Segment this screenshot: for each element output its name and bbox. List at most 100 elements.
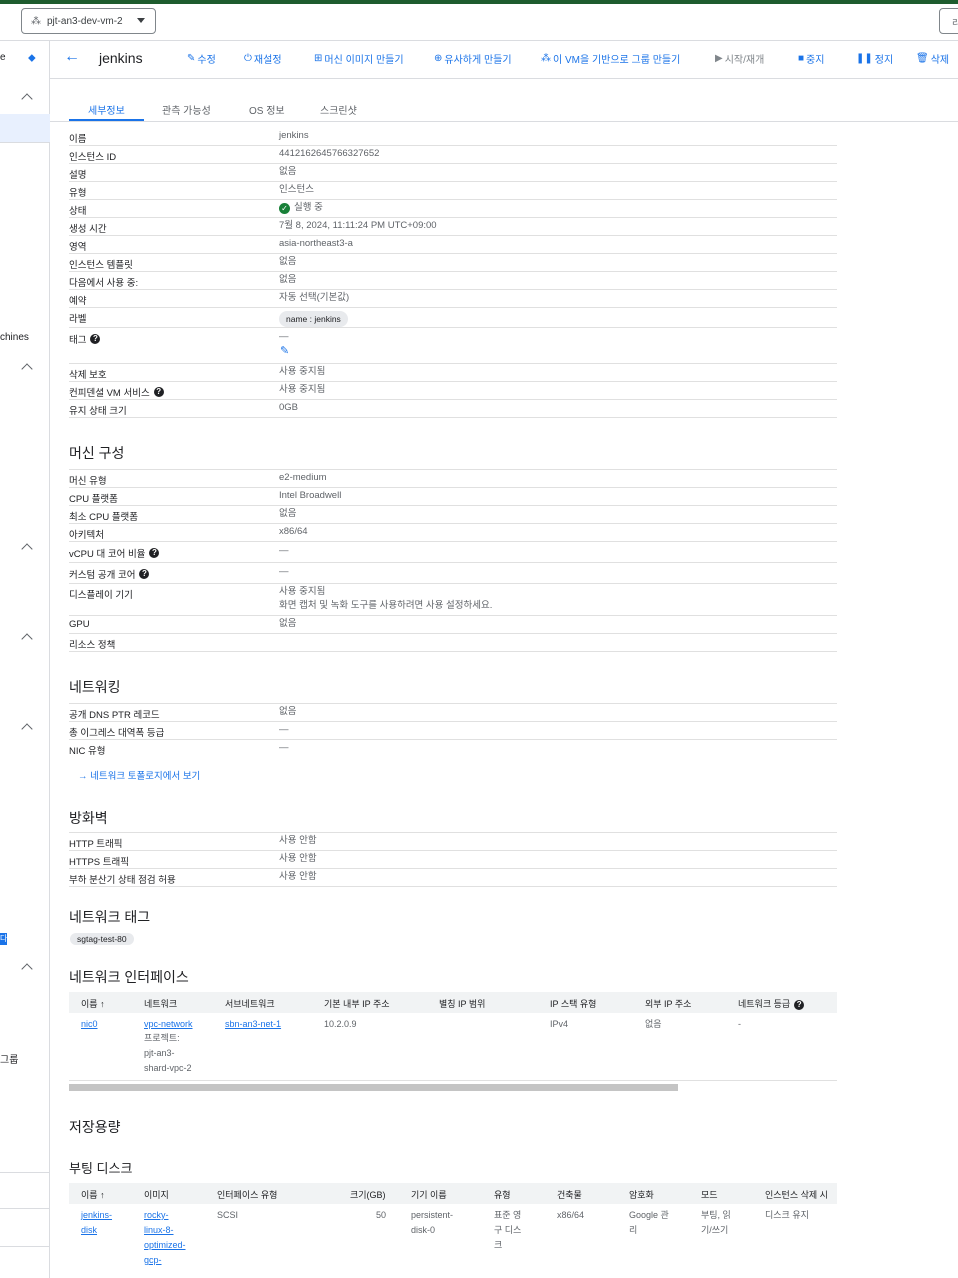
edit-tags-pencil-icon[interactable]: ✎ [280,344,289,357]
reset-button[interactable]: ⏻ 재설정 [244,51,282,66]
chevron-up-icon[interactable] [21,363,33,375]
detail-key: 인스턴스 템플릿 [69,260,133,271]
pause-icon: ❚❚ [856,53,873,64]
project-label: 프로젝트: [144,1033,180,1043]
detail-key: 리소스 정책 [69,640,116,651]
stop-icon: ■ [798,53,805,64]
leftnav-item-group[interactable]: 그룹 [0,1051,18,1066]
add-box-icon: ⊞ [314,53,323,64]
image-link[interactable]: rocky- [144,1208,169,1223]
detail-row: 설명 없음 [69,164,837,182]
create-machine-image-button[interactable]: ⊞ 머신 이미지 만들기 [314,51,404,66]
help-icon[interactable]: ? [139,569,150,579]
detail-value: 없음 [279,256,297,267]
network-link[interactable]: vpc-network [144,1017,193,1032]
detail-key: 디스플레이 기기 [69,590,133,601]
project-line: shard-vpc-2 [144,1063,192,1073]
ip-stack: IPv4 [550,1019,569,1029]
column-header-network-tier: 네트워크 등급? [738,997,805,1010]
machine-row: 리소스 정책 [69,634,837,652]
detail-key: 인스턴스 ID [69,152,117,163]
detail-key: 이름 [69,134,87,145]
detail-row: 인스턴스 ID 4412162645766327652 [69,146,837,164]
section-title-network-interfaces: 네트워크 인터페이스 [69,969,189,985]
stop-button[interactable]: ■ 중지 [798,51,824,66]
detail-key: 유지 상태 크기 [69,406,127,417]
detail-value: — [279,566,289,577]
leftnav-divider [0,1246,50,1247]
play-icon: ▶ [715,53,723,64]
help-icon[interactable]: ? [90,334,101,344]
detail-row: 생성 시간 7월 8, 2024, 11:11:24 PM UTC+09:00 [69,218,837,236]
section-title-storage: 저장용량 [69,1119,121,1135]
image-link[interactable]: gcp- [144,1253,162,1268]
chevron-up-icon[interactable] [21,543,33,555]
help-icon[interactable]: ? [794,1000,805,1010]
sort-arrow-up-icon: ↑ [100,1190,105,1200]
detail-row: 다음에서 사용 중: 없음 [69,272,837,290]
tab-details[interactable]: 세부정보 [88,102,125,117]
mode: 기/쓰기 [701,1225,729,1235]
detail-key: 라벨 [69,314,87,325]
detail-row: 영역 asia-northeast3-a [69,236,837,254]
tab-observability[interactable]: 관측 가능성 [162,102,211,117]
disk-name-link[interactable]: disk [81,1223,97,1238]
leftnav-item-machines[interactable]: chines [0,332,29,343]
detail-value: — [279,724,289,735]
column-header-alias-ip: 별칭 IP 범위 [439,999,486,1009]
status-value: ✓ 실행 중 [279,201,323,215]
disk-type: 크 [494,1240,503,1250]
help-icon[interactable]: ? [153,387,164,397]
column-header-name[interactable]: 이름 ↑ [81,1188,105,1201]
delete-button[interactable]: 🗑 삭제 [916,51,949,66]
help-icon[interactable]: ? [149,548,160,558]
machine-row: 최소 CPU 플랫폼 없음 [69,506,837,524]
leftnav-selected-item[interactable] [0,114,50,143]
start-resume-button[interactable]: ▶ 시작/재개 [715,51,764,66]
chevron-up-icon[interactable] [21,93,33,105]
disk-name-link[interactable]: jenkins- [81,1208,112,1223]
project-selector[interactable]: ⁂ pjt-an3-dev-vm-2 [21,8,156,34]
nic-name-link[interactable]: nic0 [81,1017,98,1032]
machine-row: vCPU 대 코어 비율? — [69,542,837,563]
top-right-button[interactable]: 리 [939,8,958,34]
subnetwork-link[interactable]: sbn-an3-net-1 [225,1017,281,1032]
horizontal-scrollbar[interactable] [69,1084,678,1091]
detail-row: 라벨 name : jenkins [69,308,837,328]
image-link[interactable]: optimized- [144,1238,186,1253]
disk-size: 50 [376,1210,387,1220]
detail-key: 설명 [69,170,87,181]
architecture: x86/64 [557,1210,585,1220]
column-header-name[interactable]: 이름 ↑ [81,997,105,1010]
chevron-up-icon[interactable] [21,723,33,735]
tab-screenshot[interactable]: 스크린샷 [320,102,357,117]
detail-row: 삭제 보호 사용 중지됨 [69,364,837,382]
create-similar-button[interactable]: ⊕ 유사하게 만들기 [434,51,512,66]
column-header-device: 기기 이름 [411,1190,447,1200]
section-title-firewall: 방화벽 [69,810,108,826]
chevron-up-icon[interactable] [21,963,33,975]
create-group-button[interactable]: ⁂ 이 VM을 기반으로 그룹 만들기 [541,51,680,66]
suspend-button[interactable]: ❚❚ 정지 [856,51,893,66]
column-header-architecture: 건축물 [557,1190,582,1200]
mode: 부팅, 읽 [701,1210,731,1220]
back-arrow-icon[interactable]: ← [64,48,80,66]
machine-row: 아키텍처 x86/64 [69,524,837,542]
detail-row: 이름 jenkins [69,128,837,146]
internal-ip: 10.2.0.9 [324,1019,357,1029]
image-link[interactable]: linux-8- [144,1223,174,1238]
detail-key: HTTP 트래픽 [69,839,123,850]
detail-key: 최소 CPU 플랫폼 [69,512,139,523]
tab-os-info[interactable]: OS 정보 [249,102,285,117]
page-title: jenkins [99,50,143,66]
pin-icon[interactable]: ⬥ [28,52,36,65]
column-header-external-ip: 외부 IP 주소 [645,999,692,1009]
column-header-mode: 모드 [701,1190,718,1200]
network-topology-link[interactable]: → 네트워크 토폴로지에서 보기 [78,768,200,782]
leftnav-badge: 다 [0,933,7,945]
column-header-internal-ip: 기본 내부 IP 주소 [324,999,390,1009]
edit-button[interactable]: ✎ 수정 [187,51,216,66]
chevron-up-icon[interactable] [21,633,33,645]
section-title-boot-disk: 부팅 디스크 [69,1161,133,1176]
external-ip: 없음 [645,1019,662,1029]
